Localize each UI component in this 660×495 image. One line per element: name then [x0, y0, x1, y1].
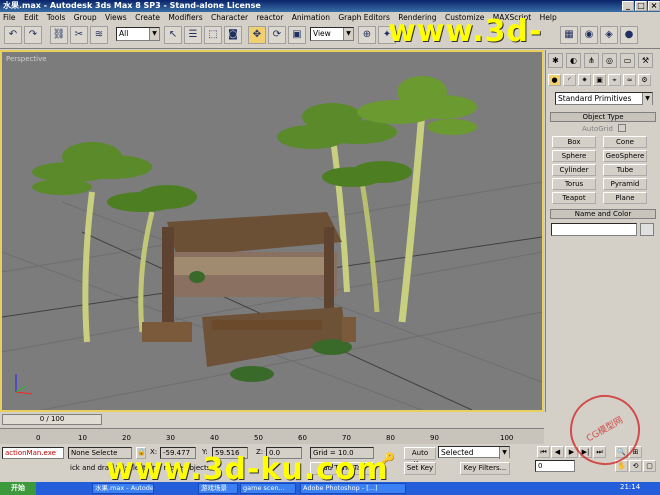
palm-tree-left [32, 142, 152, 343]
current-frame-field[interactable]: 0 [535, 460, 575, 472]
tick: 0 [36, 434, 41, 442]
menu-modifiers[interactable]: Modifiers [165, 12, 205, 23]
taskbar-item[interactable]: 游戏场景 [198, 483, 238, 494]
object-color-swatch[interactable] [640, 223, 654, 236]
start-button[interactable]: 开始 [0, 482, 36, 495]
autogrid-checkbox[interactable] [618, 124, 626, 132]
teapot-button[interactable]: Teapot [552, 192, 596, 204]
set-key-button[interactable]: Set Key [404, 462, 436, 475]
tick: 20 [122, 434, 131, 442]
autogrid-label: AutoGrid [582, 125, 613, 133]
menu-file[interactable]: File [0, 12, 19, 23]
perspective-viewport[interactable]: Perspective [0, 50, 544, 412]
select-and-scale-icon[interactable]: ▣ [288, 26, 306, 44]
menu-edit[interactable]: Edit [21, 12, 42, 23]
menu-graph-editors[interactable]: Graph Editors [335, 12, 393, 23]
maximize-viewport-icon[interactable]: ▢ [643, 460, 656, 472]
primitive-type-dropdown[interactable]: Standard Primitives ▼ [555, 92, 653, 105]
torus-button[interactable]: Torus [552, 178, 596, 190]
minimize-button[interactable]: _ [622, 1, 634, 11]
tick: 10 [78, 434, 87, 442]
selection-filter-dropdown[interactable]: All ▼ [116, 27, 160, 41]
tick: 70 [342, 434, 351, 442]
object-name-field[interactable] [551, 223, 637, 236]
market-stall [142, 212, 356, 382]
axis-tripod [15, 374, 33, 395]
box-button[interactable]: Box [552, 136, 596, 148]
select-and-move-icon[interactable]: ✥ [248, 26, 266, 44]
tick: 80 [386, 434, 395, 442]
tube-button[interactable]: Tube [603, 164, 647, 176]
cylinder-button[interactable]: Cylinder [552, 164, 596, 176]
spacewarps-icon[interactable]: ≈ [623, 74, 636, 86]
create-tab-icon[interactable]: ✱ [548, 53, 563, 68]
menu-tools[interactable]: Tools [44, 12, 68, 23]
taskbar: 开始 水果.max - Autodesk... 游戏场景 game scen..… [0, 482, 660, 495]
key-filters-button[interactable]: Key Filters... [460, 462, 510, 475]
menu-animation[interactable]: Animation [289, 12, 333, 23]
select-and-rotate-icon[interactable]: ⟳ [268, 26, 286, 44]
orbit-icon[interactable]: ⟲ [629, 460, 642, 472]
modify-tab-icon[interactable]: ◐ [566, 53, 581, 68]
undo-icon[interactable]: ↶ [4, 26, 22, 44]
tick: 90 [430, 434, 439, 442]
utilities-tab-icon[interactable]: ⚒ [638, 53, 653, 68]
time-slider[interactable]: 0 / 100 [2, 414, 102, 425]
display-tab-icon[interactable]: ▭ [620, 53, 635, 68]
menu-character[interactable]: Character [208, 12, 251, 23]
window-crossing-icon[interactable]: ◙ [224, 26, 242, 44]
geosphere-button[interactable]: GeoSphere [603, 150, 647, 162]
taskbar-item[interactable]: 水果.max - Autodesk... [92, 483, 154, 494]
maxscript-listener[interactable]: actionMan.exe [2, 447, 64, 459]
helpers-icon[interactable]: ⌖ [608, 74, 621, 86]
tick: 60 [298, 434, 307, 442]
tick: 100 [500, 434, 514, 442]
tick: 30 [166, 434, 175, 442]
menu-views[interactable]: Views [102, 12, 130, 23]
link-icon[interactable]: ⛓ [50, 26, 68, 44]
bind-spacewarp-icon[interactable]: ≋ [90, 26, 108, 44]
auto-key-button[interactable]: Auto Key [404, 447, 436, 468]
shapes-icon[interactable]: ◜ [563, 74, 576, 86]
lights-icon[interactable]: ✷ [578, 74, 591, 86]
pyramid-button[interactable]: Pyramid [603, 178, 647, 190]
selection-region-icon[interactable]: ⬚ [204, 26, 222, 44]
menu-group[interactable]: Group [71, 12, 100, 23]
timeline: 0 / 100 0 10 20 30 40 50 60 70 80 90 100 [0, 412, 544, 446]
unlink-icon[interactable]: ✂ [70, 26, 88, 44]
hierarchy-tab-icon[interactable]: ⋔ [584, 53, 599, 68]
plane-button[interactable]: Plane [603, 192, 647, 204]
menu-create[interactable]: Create [132, 12, 163, 23]
cameras-icon[interactable]: ▣ [593, 74, 606, 86]
object-type-rollout[interactable]: Object Type [550, 112, 656, 122]
key-mode-dropdown[interactable]: Selected ▼ [438, 446, 510, 459]
title-bar: 水果.max - Autodesk 3ds Max 8 SP3 - Stand-… [0, 0, 660, 12]
sphere-button[interactable]: Sphere [552, 150, 596, 162]
goto-start-icon[interactable]: ⏮ [537, 446, 550, 458]
clock: 21:14 [620, 483, 641, 491]
taskbar-item[interactable]: game scen... [240, 483, 296, 494]
redo-icon[interactable]: ↷ [24, 26, 42, 44]
select-object-icon[interactable]: ↖ [164, 26, 182, 44]
taskbar-item[interactable]: Adobe Photoshop - [...] [300, 483, 406, 494]
command-panel: ✱ ◐ ⋔ ◎ ▭ ⚒ ● ◜ ✷ ▣ ⌖ ≈ ⚙ Standard Primi… [545, 50, 660, 412]
close-button[interactable]: × [648, 1, 660, 11]
scene-render [2, 76, 542, 410]
systems-icon[interactable]: ⚙ [638, 74, 651, 86]
menu-reactor[interactable]: reactor [253, 12, 286, 23]
tick: 40 [210, 434, 219, 442]
cone-button[interactable]: Cone [603, 136, 647, 148]
window-title: 水果.max - Autodesk 3ds Max 8 SP3 - Stand-… [3, 1, 261, 10]
maximize-button[interactable]: □ [635, 1, 647, 11]
select-by-name-icon[interactable]: ☰ [184, 26, 202, 44]
name-color-rollout[interactable]: Name and Color [550, 209, 656, 219]
tick: 50 [254, 434, 263, 442]
pivot-center-icon[interactable]: ⊕ [358, 26, 376, 44]
geometry-icon[interactable]: ● [548, 74, 561, 86]
motion-tab-icon[interactable]: ◎ [602, 53, 617, 68]
prev-frame-icon[interactable]: ◀ [551, 446, 564, 458]
reference-coord-dropdown[interactable]: View ▼ [310, 27, 354, 41]
